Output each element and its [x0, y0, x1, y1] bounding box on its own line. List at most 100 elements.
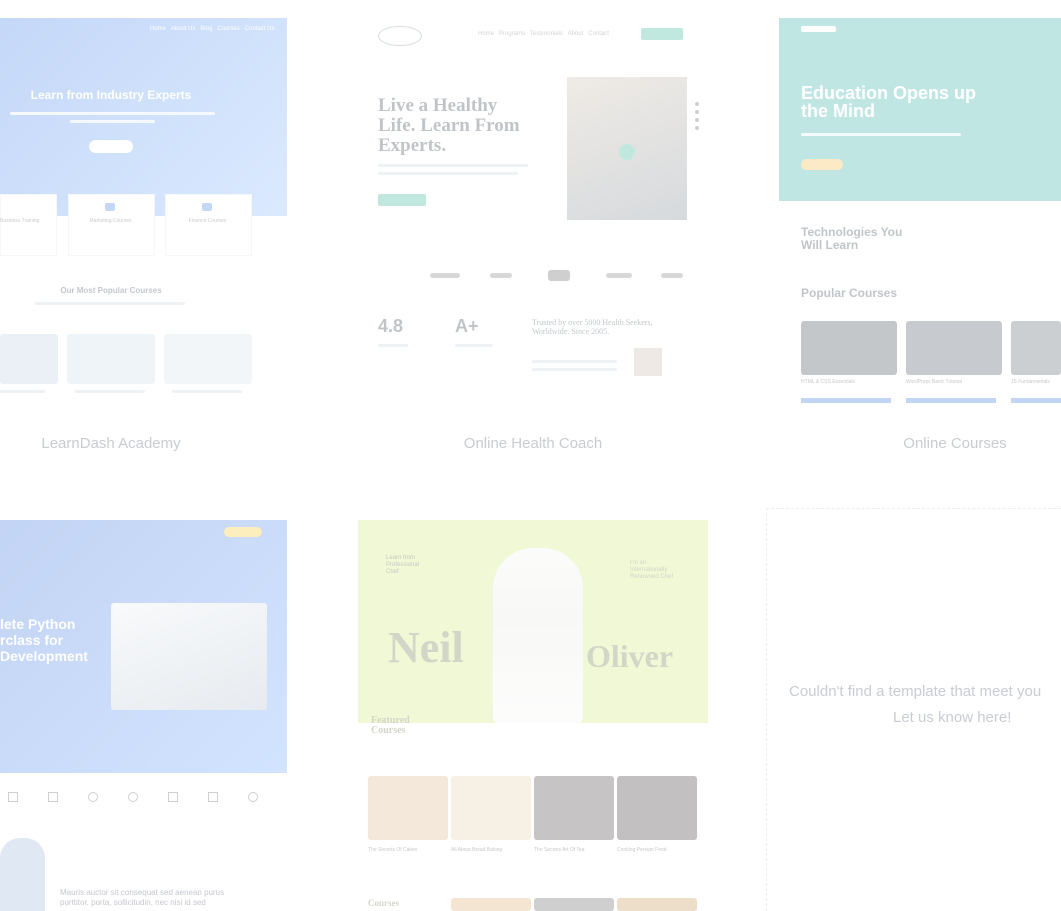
- nav-item[interactable]: Blog: [200, 26, 212, 32]
- courses-cta-button[interactable]: [801, 159, 843, 170]
- slider-dot[interactable]: [695, 118, 699, 122]
- stat-caption: [378, 344, 408, 347]
- course-thumbnail[interactable]: [534, 898, 614, 911]
- hero-subtext: [801, 133, 961, 136]
- hero-subtext: [378, 172, 518, 175]
- chef-side-text: I'm an Internationally Renowned Chef: [630, 560, 674, 580]
- template-label-health[interactable]: Online Health Coach: [383, 435, 683, 452]
- stat-grade: A+: [455, 316, 479, 336]
- chef-featured-title: Featured Courses: [371, 715, 410, 736]
- request-template-text: Couldn't find a template that meet you: [789, 683, 1042, 700]
- course-thumbnail[interactable]: [368, 776, 448, 840]
- testimonial-text: [532, 360, 617, 363]
- template-label-online-courses[interactable]: Online Courses: [805, 435, 1061, 452]
- tool-icon: [208, 792, 218, 802]
- courses-logo: [801, 26, 836, 32]
- course-thumbnail[interactable]: [801, 321, 897, 375]
- feature-card: [0, 194, 57, 256]
- slider-dot[interactable]: [695, 102, 699, 106]
- python-quote: Mauris auctor sit consequat sed aenean p…: [60, 888, 225, 907]
- feature-card-label: Business Training: [0, 218, 40, 224]
- course-title-placeholder: [75, 390, 145, 393]
- press-logo: [548, 270, 570, 281]
- enroll-bar[interactable]: [1011, 398, 1061, 403]
- health-logo: [378, 26, 422, 46]
- feature-card-icon: [202, 203, 212, 211]
- course-thumbnail[interactable]: [67, 334, 155, 384]
- press-logo: [490, 273, 512, 278]
- template-card-health[interactable]: Home Programs Testimonials About Contact…: [358, 18, 708, 408]
- course-title-placeholder: [172, 390, 242, 393]
- chef-name-right: Oliver: [586, 638, 674, 674]
- play-icon[interactable]: [619, 144, 635, 160]
- course-thumbnail[interactable]: [0, 334, 58, 384]
- feature-card-label: Marketing Courses: [89, 218, 132, 224]
- course-title: The Secrets Of Cakes: [368, 847, 418, 853]
- nav-item[interactable]: Contact Us: [245, 26, 275, 32]
- course-title: Cooking Persian Food: [617, 847, 667, 853]
- slider-dot[interactable]: [695, 126, 699, 130]
- chef-name-left: Neil: [388, 623, 464, 672]
- course-title: The Secrets Art Of Tea: [534, 847, 585, 853]
- course-title: HTML & CSS Essentials: [801, 379, 855, 385]
- template-label-learndash[interactable]: LearnDash Academy: [0, 435, 261, 452]
- python-nav-cta[interactable]: [224, 527, 262, 537]
- hero-subtext: [10, 112, 215, 115]
- template-card-chef[interactable]: Learn from Professional Chef Neil Oliver…: [358, 520, 708, 911]
- nav-item[interactable]: Courses: [217, 26, 239, 32]
- request-template-card[interactable]: Couldn't find a template that meet you L…: [766, 508, 1061, 911]
- press-logo: [606, 273, 632, 278]
- course-thumbnail[interactable]: [617, 776, 697, 840]
- feature-card-label: Finance Courses: [188, 218, 227, 224]
- learndash-section-title: Our Most Popular Courses: [60, 286, 162, 295]
- chef-courses-heading: Courses: [368, 898, 399, 908]
- chef-tagline: Learn from Professional Chef: [386, 555, 420, 575]
- tool-icon: [8, 792, 18, 802]
- courses-hero-title: Education Opens up the Mind: [801, 83, 977, 121]
- health-nav: Home Programs Testimonials About Contact: [478, 31, 609, 37]
- course-thumbnail[interactable]: [164, 334, 252, 384]
- press-logo: [661, 273, 683, 278]
- course-title: WordPress Basic Tutorial: [906, 379, 963, 385]
- nav-item[interactable]: About Us: [171, 26, 196, 32]
- course-thumbnail[interactable]: [906, 321, 1002, 375]
- health-hero-title: Live a Healthy Life. Learn From Experts.: [378, 95, 520, 156]
- python-hero-image: [111, 603, 267, 710]
- testimonial-photo: [634, 348, 662, 376]
- request-template-link[interactable]: Let us know here!: [767, 709, 1061, 726]
- course-thumbnail[interactable]: [451, 898, 531, 911]
- learndash-nav: Home About Us Blog Courses Contact Us: [150, 26, 274, 32]
- tool-icon: [168, 792, 178, 802]
- stat-rating: 4.8: [378, 316, 404, 336]
- template-card-learndash[interactable]: Home About Us Blog Courses Contact Us Le…: [0, 18, 287, 408]
- hero-subtext: [378, 164, 528, 167]
- tool-icon: [48, 792, 58, 802]
- health-nav-cta[interactable]: [641, 28, 683, 40]
- template-card-python[interactable]: lete Python rclass for Development Mauri…: [0, 520, 287, 911]
- tool-icon: [248, 792, 258, 802]
- enroll-bar[interactable]: [801, 398, 891, 403]
- course-title: JS Fundamentals: [1011, 379, 1050, 385]
- enroll-bar[interactable]: [906, 398, 996, 403]
- course-thumbnail[interactable]: [617, 898, 697, 911]
- health-trusted-text: Trusted by over 5000 Health Seekers, Wor…: [532, 318, 653, 336]
- course-title-placeholder: [0, 390, 45, 393]
- section-subtext: [35, 302, 185, 305]
- learndash-hero: [0, 18, 287, 216]
- template-card-online-courses[interactable]: Education Opens up the Mind Technologies…: [779, 18, 1061, 408]
- feature-card-icon: [105, 203, 115, 211]
- python-title-line: lete Python: [0, 616, 76, 632]
- nav-item[interactable]: Home: [150, 26, 166, 32]
- python-title-line: rclass for: [0, 632, 64, 648]
- chef-photo: [493, 548, 583, 723]
- health-cta-button[interactable]: [378, 194, 426, 206]
- course-thumbnail[interactable]: [1011, 321, 1061, 375]
- course-thumbnail[interactable]: [534, 776, 614, 840]
- python-title-line: Development: [0, 648, 88, 664]
- tool-icon: [128, 792, 138, 802]
- course-thumbnail[interactable]: [451, 776, 531, 840]
- hero-subtext: [70, 120, 155, 123]
- slider-dot[interactable]: [695, 110, 699, 114]
- press-logos: [378, 270, 688, 282]
- hero-cta-button[interactable]: [89, 140, 133, 153]
